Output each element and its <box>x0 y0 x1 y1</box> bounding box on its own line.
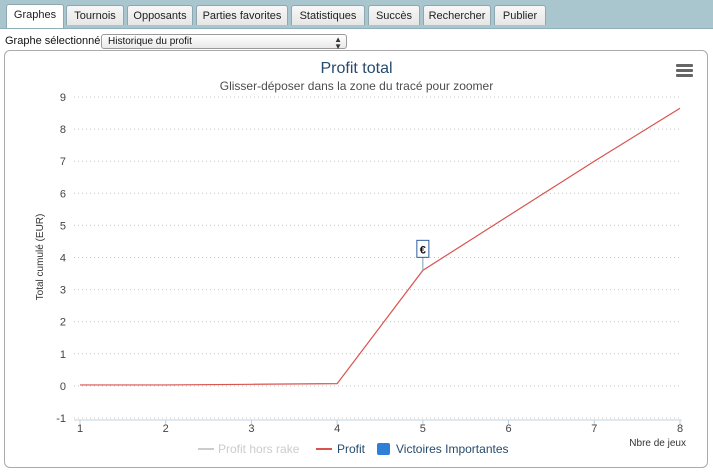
y-tick-label: 4 <box>60 253 66 265</box>
x-tick-label: 6 <box>506 423 512 435</box>
legend-profit-label: Profit <box>337 442 366 456</box>
profit-series-line <box>80 107 681 386</box>
y-tick-label: 1 <box>60 349 66 361</box>
x-tick-label: 3 <box>248 423 254 435</box>
y-tick-label: 2 <box>60 317 66 329</box>
profit-chart[interactable]: -1 0 1 2 3 4 5 6 7 8 9 1 2 3 4 5 6 7 8 Total cumulé (EUR) Nb… <box>0 0 713 473</box>
legend-victory-label: Victoires Importantes <box>396 442 509 456</box>
y-tick-label: 5 <box>60 220 66 232</box>
legend-rake-label: Profit hors rake <box>218 442 300 456</box>
y-tick-label: 8 <box>60 124 66 136</box>
x-tick-label: 5 <box>420 423 426 435</box>
x-tick-label: 4 <box>334 423 340 435</box>
x-tick-label: 8 <box>677 423 683 435</box>
legend-victory-swatch <box>377 443 390 455</box>
victory-flag-label: € <box>420 244 426 256</box>
y-tick-label: 3 <box>60 285 66 297</box>
x-tick-label: 7 <box>591 423 597 435</box>
x-tick-label: 2 <box>163 423 169 435</box>
y-axis-title: Total cumulé (EUR) <box>35 214 46 301</box>
y-tick-label: 0 <box>60 381 66 393</box>
y-tick-label: 9 <box>60 92 66 104</box>
x-tick-label: 1 <box>77 423 83 435</box>
x-axis-title: Nbre de jeux <box>629 438 686 449</box>
y-tick-label: 7 <box>60 156 66 168</box>
y-tick-label: 6 <box>60 188 66 200</box>
y-tick-label: -1 <box>56 413 66 425</box>
